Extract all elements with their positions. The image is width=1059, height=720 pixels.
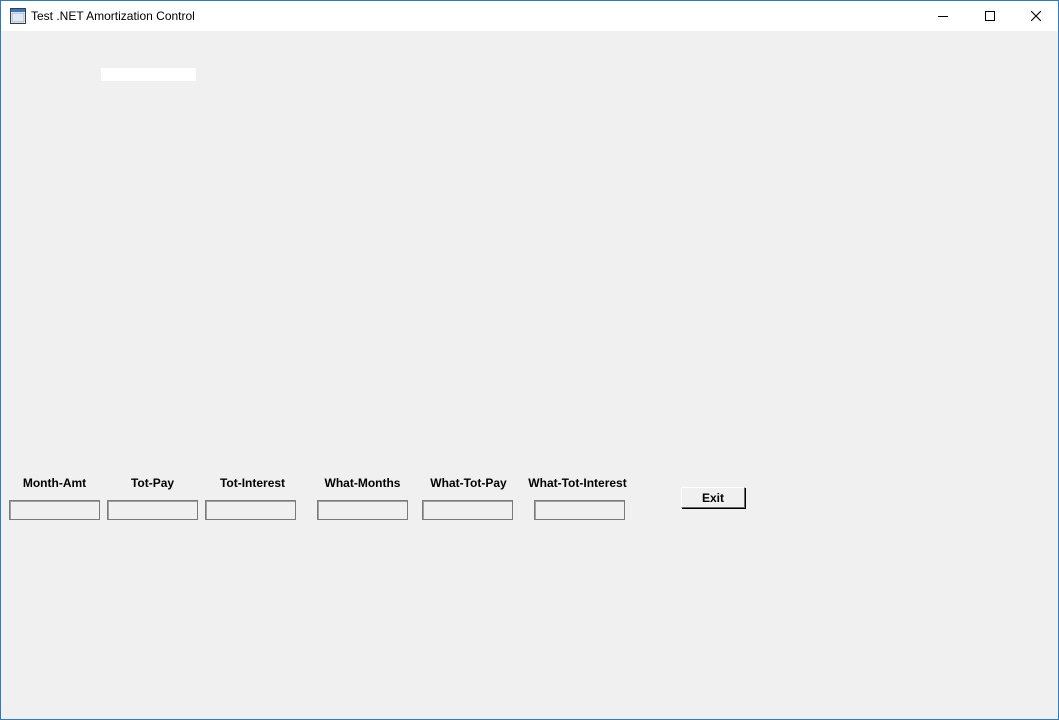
what-tot-interest-field[interactable] [534, 500, 625, 520]
tot-interest-field[interactable] [205, 500, 296, 520]
month-amt-field[interactable] [9, 500, 100, 520]
close-icon [1031, 11, 1041, 21]
amortization-control-area[interactable] [101, 68, 196, 81]
month-amt-label: Month-Amt [22, 476, 87, 490]
exit-button[interactable]: Exit [681, 487, 745, 508]
maximize-button[interactable] [967, 1, 1013, 31]
title-bar[interactable]: Test .NET Amortization Control [1, 1, 1058, 31]
window-app-icon [10, 8, 26, 24]
tot-pay-label: Tot-Pay [130, 476, 175, 490]
maximize-icon [985, 11, 995, 21]
window-title: Test .NET Amortization Control [31, 9, 195, 23]
close-button[interactable] [1013, 1, 1059, 31]
tot-pay-field[interactable] [107, 500, 198, 520]
tot-interest-label: Tot-Interest [219, 476, 286, 490]
client-area: Month-Amt Tot-Pay Tot-Interest What-Mont… [1, 31, 1058, 719]
what-tot-pay-label: What-Tot-Pay [430, 476, 507, 490]
what-tot-pay-field[interactable] [422, 500, 513, 520]
what-months-label: What-Months [324, 476, 401, 490]
what-months-field[interactable] [317, 500, 408, 520]
what-tot-interest-label: What-Tot-Interest [528, 476, 627, 490]
minimize-icon [938, 16, 948, 17]
minimize-button[interactable] [920, 1, 966, 31]
app-window: Test .NET Amortization Control Month-Amt… [0, 0, 1059, 720]
